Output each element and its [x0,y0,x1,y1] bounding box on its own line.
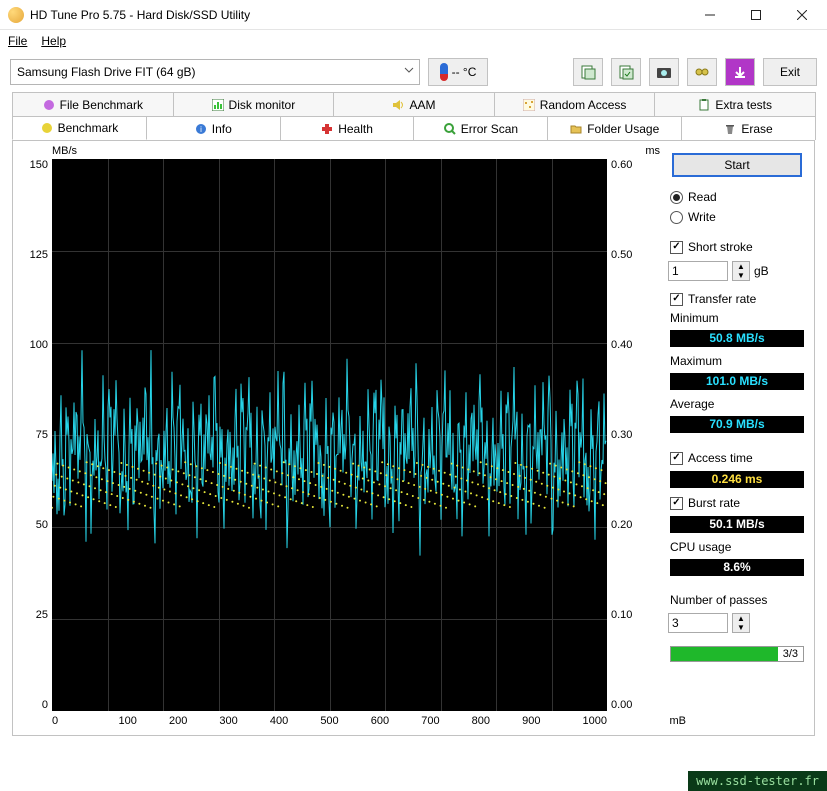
temperature-indicator: -- °C [428,58,488,86]
tab-info[interactable]: iInfo [146,116,281,140]
health-cross-icon [321,123,333,135]
tab-file-benchmark[interactable]: File Benchmark [12,92,174,116]
check-transfer-rate[interactable]: Transfer rate [668,291,806,307]
average-value: 70.9 MB/s [670,416,804,433]
passes-progress: 3/3 [670,646,804,662]
radio-on-icon [670,191,683,204]
short-stroke-spinner[interactable]: ▲▼ gB [668,261,806,281]
radio-write[interactable]: Write [668,209,806,225]
tab-erase[interactable]: Erase [681,116,816,140]
drive-select-value: Samsung Flash Drive FIT (64 gB) [17,65,196,79]
titlebar: HD Tune Pro 5.75 - Hard Disk/SSD Utility [0,0,827,30]
y-right-label: ms [645,145,660,157]
toolbar: Samsung Flash Drive FIT (64 gB) -- °C Ex… [10,58,817,86]
chevron-down-icon [403,64,415,79]
drive-select[interactable]: Samsung Flash Drive FIT (64 gB) [10,59,420,85]
check-burst-rate[interactable]: Burst rate [668,495,806,511]
menu-file[interactable]: File [8,34,27,48]
checkbox-on-icon [670,293,683,306]
tab-health[interactable]: Health [280,116,415,140]
passes-spinner[interactable]: ▲▼ [668,613,806,633]
x-axis: 01002003004005006007008009001000 [52,711,607,727]
passes-input[interactable] [668,613,728,633]
trash-icon [724,123,736,135]
clipboard-icon [698,99,710,111]
x-unit: mB [670,715,687,727]
radio-off-icon [670,211,683,224]
tab-folder-usage[interactable]: Folder Usage [547,116,682,140]
window-title: HD Tune Pro 5.75 - Hard Disk/SSD Utility [30,8,687,22]
screenshot-button[interactable] [649,58,679,86]
y-right-axis: 0.600.500.400.300.200.100.00 [607,159,642,711]
magnifier-icon [444,123,456,135]
chart-icon [212,99,224,111]
benchmark-panel: MB/s ms 1501251007550250 0.600.500.400.3… [12,140,815,736]
short-stroke-input[interactable] [668,261,728,281]
maximize-button[interactable] [733,0,779,30]
checkbox-on-icon [670,497,683,510]
start-button[interactable]: Start [672,153,802,177]
tab-disk-monitor[interactable]: Disk monitor [173,92,335,116]
minimum-value: 50.8 MB/s [670,330,804,347]
info-icon: i [195,123,207,135]
spinner-buttons[interactable]: ▲▼ [732,261,750,281]
passes-label: Number of passes [668,593,806,607]
radio-read[interactable]: Read [668,189,806,205]
tab-aam[interactable]: AAM [333,92,495,116]
chart-area: MB/s ms 1501251007550250 0.600.500.400.3… [17,149,660,727]
scatter-icon [523,99,535,111]
tab-extra-tests[interactable]: Extra tests [654,92,816,116]
save-button[interactable] [725,58,755,86]
watermark: www.ssd-tester.fr [688,771,827,791]
access-time-value: 0.246 ms [670,471,804,488]
bulb-purple-icon [43,99,55,111]
speaker-icon [392,99,404,111]
tab-strip: File Benchmark Disk monitor AAM Random A… [12,92,815,140]
copy-results-button[interactable] [611,58,641,86]
cpu-usage-value: 8.6% [670,559,804,576]
menubar: File Help [0,30,827,52]
folder-icon [570,123,582,135]
bulb-yellow-icon [41,122,53,134]
svg-text:i: i [200,125,202,134]
minimum-label: Minimum [668,311,806,325]
options-button[interactable] [687,58,717,86]
copy-info-button[interactable] [573,58,603,86]
side-controls: Start Read Write Short stroke ▲▼ gB Tran… [668,149,806,727]
maximum-value: 101.0 MB/s [670,373,804,390]
burst-rate-value: 50.1 MB/s [670,516,804,533]
spinner-buttons[interactable]: ▲▼ [732,613,750,633]
average-label: Average [668,397,806,411]
tab-random-access[interactable]: Random Access [494,92,656,116]
benchmark-plot [52,159,607,711]
check-short-stroke[interactable]: Short stroke [668,239,806,255]
checkbox-on-icon [670,452,683,465]
cpu-usage-label: CPU usage [668,540,806,554]
tab-benchmark[interactable]: Benchmark [12,116,147,140]
check-access-time[interactable]: Access time [668,450,806,466]
minimize-button[interactable] [687,0,733,30]
y-left-axis: 1501251007550250 [17,159,52,711]
thermometer-icon [440,63,448,81]
app-icon [8,7,24,23]
close-button[interactable] [779,0,825,30]
y-left-label: MB/s [52,145,77,157]
tab-error-scan[interactable]: Error Scan [413,116,548,140]
checkbox-on-icon [670,241,683,254]
menu-help[interactable]: Help [41,34,66,48]
maximum-label: Maximum [668,354,806,368]
temperature-value: -- °C [452,65,477,79]
exit-button[interactable]: Exit [763,58,817,86]
